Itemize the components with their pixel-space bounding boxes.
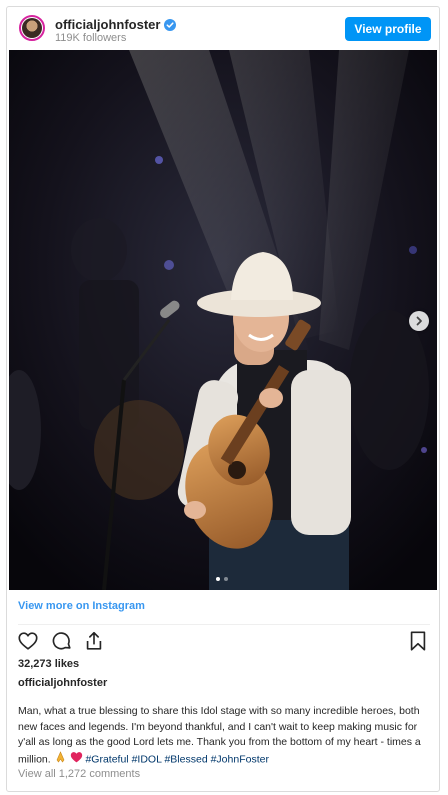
divider <box>18 624 430 625</box>
red-heart-emoji-icon <box>70 751 83 769</box>
like-count: 32,273 likes <box>18 658 80 670</box>
view-more-link[interactable]: View more on Instagram <box>18 600 145 612</box>
follower-count: 119K followers <box>55 32 127 44</box>
carousel-dot <box>224 577 228 581</box>
post-image[interactable] <box>9 50 437 590</box>
action-bar <box>16 629 430 653</box>
hashtag-link[interactable]: #Blessed <box>164 753 207 765</box>
carousel-next-button[interactable] <box>409 311 429 331</box>
like-button[interactable] <box>16 629 40 653</box>
carousel-dot-active <box>216 577 220 581</box>
verified-badge-icon <box>164 18 177 31</box>
caption-author[interactable]: officialjohnfoster <box>18 677 107 689</box>
caption: Man, what a true blessing to share this … <box>18 704 432 768</box>
instagram-embed-card: officialjohnfoster 119K followers View p… <box>6 6 440 792</box>
praying-hands-emoji-icon <box>54 750 67 769</box>
save-button[interactable] <box>406 629 430 653</box>
avatar[interactable] <box>19 15 45 41</box>
stage-photo-illustration <box>9 50 437 590</box>
username-row[interactable]: officialjohnfoster <box>55 17 177 32</box>
view-all-comments-link[interactable]: View all 1,272 comments <box>18 768 140 780</box>
heart-outline-icon <box>18 632 38 650</box>
share-button[interactable] <box>82 629 106 653</box>
hashtag-link[interactable]: #Grateful <box>85 753 128 765</box>
hashtag-link[interactable]: #IDOL <box>132 753 162 765</box>
avatar-image <box>22 18 42 38</box>
view-profile-button[interactable]: View profile <box>345 17 431 41</box>
comment-icon <box>52 632 71 650</box>
carousel-dots <box>216 577 228 581</box>
share-icon <box>86 631 102 650</box>
comment-button[interactable] <box>50 629 74 653</box>
bookmark-icon <box>410 631 426 651</box>
post-header: officialjohnfoster 119K followers View p… <box>7 7 439 51</box>
chevron-right-icon <box>416 316 422 326</box>
username[interactable]: officialjohnfoster <box>55 17 160 32</box>
hashtag-link[interactable]: #JohnFoster <box>211 753 269 765</box>
